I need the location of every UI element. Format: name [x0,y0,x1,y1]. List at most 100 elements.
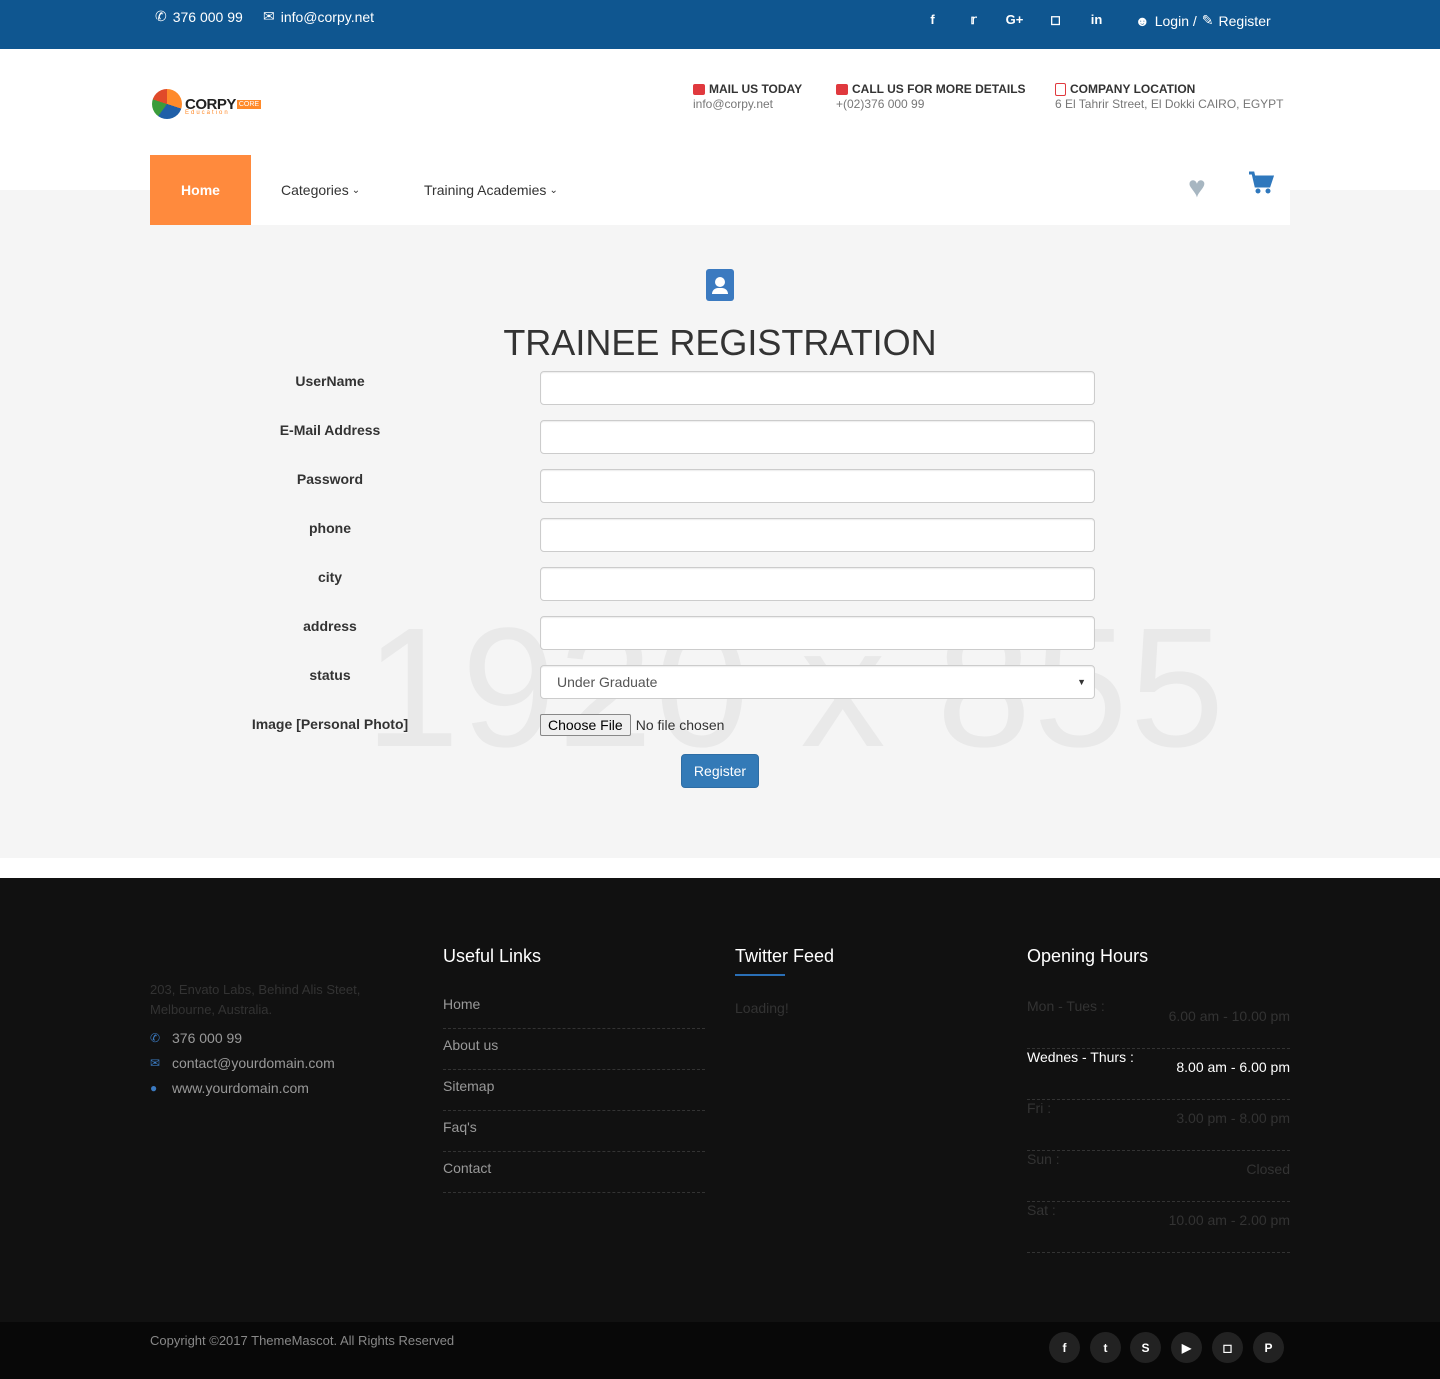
hours-day: Wednes - Thurs : [1027,1049,1134,1065]
footer-link-sitemap[interactable]: Sitemap [443,1070,705,1111]
footer-link-contact[interactable]: Contact [443,1152,705,1193]
linkedin-icon[interactable]: in [1076,12,1117,28]
email-row: E-Mail Address [0,420,1440,454]
topbar-email[interactable]: ✉ info@corpy.net [263,8,374,25]
opening-hours-title: Opening Hours [1027,946,1149,966]
phone-label: phone [309,520,351,536]
instagram-icon[interactable]: ◻ [1035,12,1076,28]
skype-icon[interactable]: S [1130,1332,1161,1363]
hours-time: 10.00 am - 2.00 pm [1168,1212,1290,1228]
twitter-title-underline [735,974,785,976]
footer-website-text[interactable]: www.yourdomain.com [172,1080,309,1096]
main-nav: Home Categories ⌄ Training Academies ⌄ ♥ [150,155,1290,225]
logo-mark [152,89,182,119]
city-row: city [0,567,1440,601]
city-input[interactable] [540,567,1095,601]
call-info: CALL US FOR MORE DETAILS +(02)376 000 99 [836,82,1026,111]
register-link[interactable]: Register [1219,13,1271,29]
image-file-input: Choose File No file chosen [540,714,724,736]
nav-training-academies[interactable]: Training Academies ⌄ [424,155,558,225]
wishlist-heart-icon[interactable]: ♥ [1188,171,1206,205]
envelope-icon: ✉ [263,8,275,24]
copyright-bar: Copyright ©2017 ThemeMascot. All Rights … [0,1322,1440,1379]
nav-categories[interactable]: Categories ⌄ [281,155,360,225]
envelope-icon: ✉ [150,1056,161,1070]
username-input[interactable] [540,371,1095,405]
choose-file-button[interactable]: Choose File [540,714,631,736]
nav-academies-label: Training Academies [424,182,547,198]
pinterest-icon[interactable]: P [1253,1332,1284,1363]
status-row: status Under Graduate ▼ [0,665,1440,699]
youtube-icon[interactable]: ▶ [1171,1332,1202,1363]
hours-row: Sun : Closed [1027,1151,1290,1202]
twitter-icon[interactable]: t [1090,1332,1121,1363]
chevron-down-icon: ⌄ [351,184,361,196]
footer: 203, Envato Labs, Behind Alis Steet, Mel… [0,878,1440,1322]
hours-row-active: Wednes - Thurs : 8.00 am - 6.00 pm [1027,1049,1290,1100]
location-info-value: 6 El Tahrir Street, El Dokki CAIRO, EGYP… [1055,97,1284,111]
topbar-email-text[interactable]: info@corpy.net [281,9,374,25]
mail-info-value: info@corpy.net [693,97,773,111]
image-label: Image [Personal Photo] [251,716,409,732]
twitter-icon[interactable]: 𝕣 [953,12,994,28]
shopping-cart-icon[interactable] [1248,171,1275,200]
footer-address: 203, Envato Labs, Behind Alis Steet, Mel… [150,982,361,1017]
city-label: city [317,569,343,585]
email-label: E-Mail Address [279,422,381,438]
footer-email-text[interactable]: contact@yourdomain.com [172,1055,335,1071]
nav-categories-label: Categories [281,182,349,198]
copyright-text: Copyright ©2017 ThemeMascot. All Rights … [150,1333,455,1348]
footer-phone: ✆ 376 000 99 [150,1030,242,1046]
mail-info-title: MAIL US TODAY [709,82,803,96]
phone-row: phone [0,518,1440,552]
logo[interactable]: CORPY CORE Education [152,89,262,119]
user-icon: ☻ [1135,12,1150,29]
footer-link-faqs[interactable]: Faq's [443,1111,705,1152]
hours-time: Closed [1246,1161,1290,1177]
username-label: UserName [295,373,365,389]
facebook-icon[interactable]: f [1049,1332,1080,1363]
top-bar: ✆ 376 000 99 ✉ info@corpy.net f 𝕣 G+ ◻ i… [0,0,1440,49]
hours-day: Mon - Tues : [1027,998,1105,1014]
address-input[interactable] [540,616,1095,650]
edit-icon: ✎ [1201,12,1214,28]
password-label: Password [296,471,364,487]
hours-day: Sun : [1027,1151,1060,1167]
password-input[interactable] [540,469,1095,503]
phone-icon [836,83,848,95]
location-info: COMPANY LOCATION 6 El Tahrir Street, El … [1055,82,1284,111]
hours-day: Sat : [1027,1202,1056,1218]
address-label: address [303,618,357,634]
status-selected-value: Under Graduate [557,674,658,690]
file-status-text: No file chosen [635,717,725,733]
login-link[interactable]: Login / [1155,13,1197,29]
building-icon [1055,82,1066,96]
envelope-icon [693,83,705,95]
phone-input[interactable] [540,518,1095,552]
logo-badge: CORE [236,99,262,109]
facebook-icon[interactable]: f [912,12,953,28]
instagram-icon[interactable]: ◻ [1212,1332,1243,1363]
username-row: UserName [0,371,1440,405]
footer-link-home[interactable]: Home [443,988,705,1029]
email-input[interactable] [540,420,1095,454]
hours-row: Sat : 10.00 am - 2.00 pm [1027,1202,1290,1253]
phone-icon: ✆ [155,8,167,24]
footer-link-about[interactable]: About us [443,1029,705,1070]
nav-home[interactable]: Home [150,155,251,225]
footer-website[interactable]: ● www.yourdomain.com [150,1080,309,1096]
contact-book-icon [706,269,734,301]
auth-links: ☻ Login / ✎ Register [1135,12,1271,29]
google-plus-icon[interactable]: G+ [994,12,1035,28]
register-button[interactable]: Register [681,754,759,788]
hours-time: 3.00 pm - 8.00 pm [1176,1110,1290,1126]
topbar-phone: ✆ 376 000 99 [155,8,243,25]
hours-time: 8.00 am - 6.00 pm [1176,1059,1290,1075]
hours-day: Fri : [1027,1100,1052,1116]
page-title: TRAINEE REGISTRATION [503,322,937,363]
call-info-value: +(02)376 000 99 [836,97,925,111]
twitter-feed-status: Loading! [735,1000,789,1016]
location-info-title: COMPANY LOCATION [1070,82,1196,96]
status-select[interactable]: Under Graduate ▼ [540,665,1095,699]
footer-email[interactable]: ✉ contact@yourdomain.com [150,1055,335,1071]
